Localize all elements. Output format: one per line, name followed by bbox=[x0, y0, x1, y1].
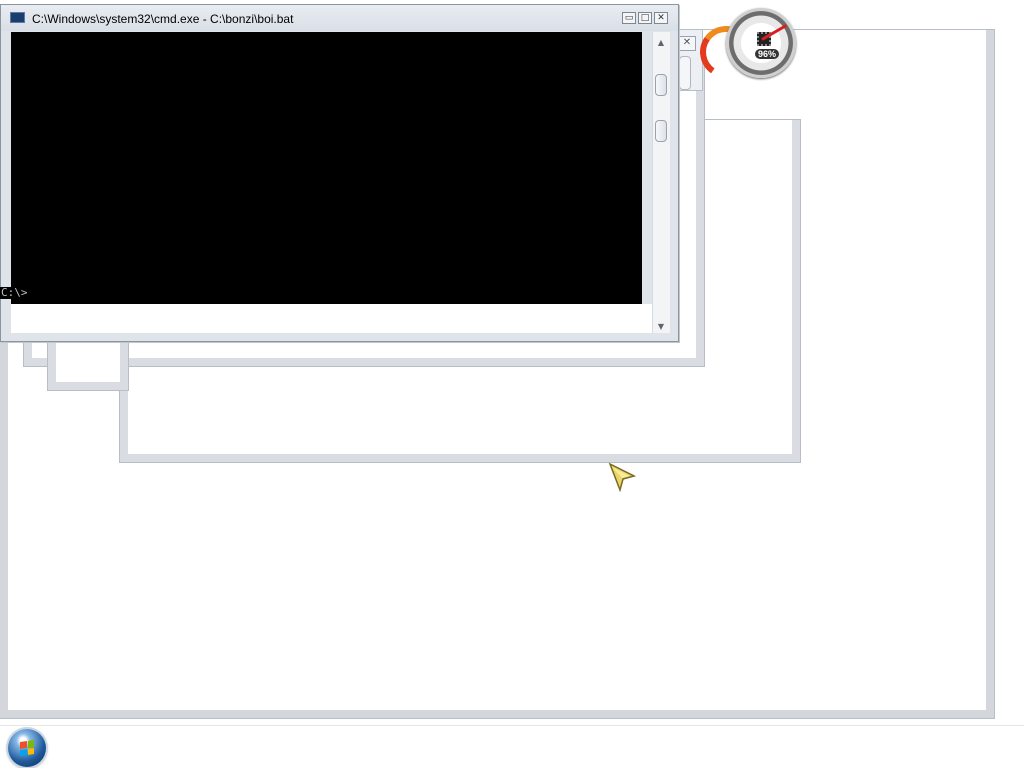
ghost-scrollbar-thumb bbox=[679, 56, 691, 90]
console-blank-area bbox=[11, 304, 652, 334]
cpu-usage-value: 96% bbox=[755, 49, 780, 59]
window-title: C:\Windows\system32\cmd.exe - C:\bonzi\b… bbox=[32, 12, 294, 26]
cmd-titlebar[interactable]: C:\Windows\system32\cmd.exe - C:\bonzi\b… bbox=[1, 5, 678, 31]
mouse-cursor-icon bbox=[608, 462, 636, 492]
close-button[interactable]: ✕ bbox=[654, 12, 668, 24]
cmd-window-bottom-border bbox=[1, 333, 678, 341]
caption-buttons: ▭ □ ✕ bbox=[622, 12, 668, 24]
desktop[interactable]: ✕ 96% C:\Windows\system32\cmd.exe - C:\b… bbox=[0, 0, 1024, 768]
scrollbar-thumb-ghost bbox=[655, 120, 667, 142]
taskbar bbox=[0, 725, 1024, 768]
scrollbar-thumb[interactable] bbox=[655, 74, 667, 96]
scroll-down-icon[interactable]: ▼ bbox=[655, 322, 667, 332]
console-output-area[interactable] bbox=[11, 32, 642, 304]
command-prompt[interactable]: C:\> bbox=[0, 287, 30, 299]
windows-start-orb-icon[interactable] bbox=[8, 729, 46, 767]
vertical-scrollbar[interactable]: ▲ ▼ bbox=[652, 32, 670, 334]
minimize-button[interactable]: ▭ bbox=[622, 12, 636, 24]
console-window-icon[interactable] bbox=[10, 12, 25, 23]
ghost-close-icon[interactable]: ✕ bbox=[678, 36, 696, 51]
cpu-meter-gadget[interactable]: 96% bbox=[695, 8, 798, 83]
windows-flag-icon bbox=[20, 740, 34, 756]
cmd-window[interactable]: C:\Windows\system32\cmd.exe - C:\bonzi\b… bbox=[0, 4, 679, 342]
maximize-button[interactable]: □ bbox=[638, 12, 652, 24]
scroll-up-icon[interactable]: ▲ bbox=[655, 38, 667, 48]
